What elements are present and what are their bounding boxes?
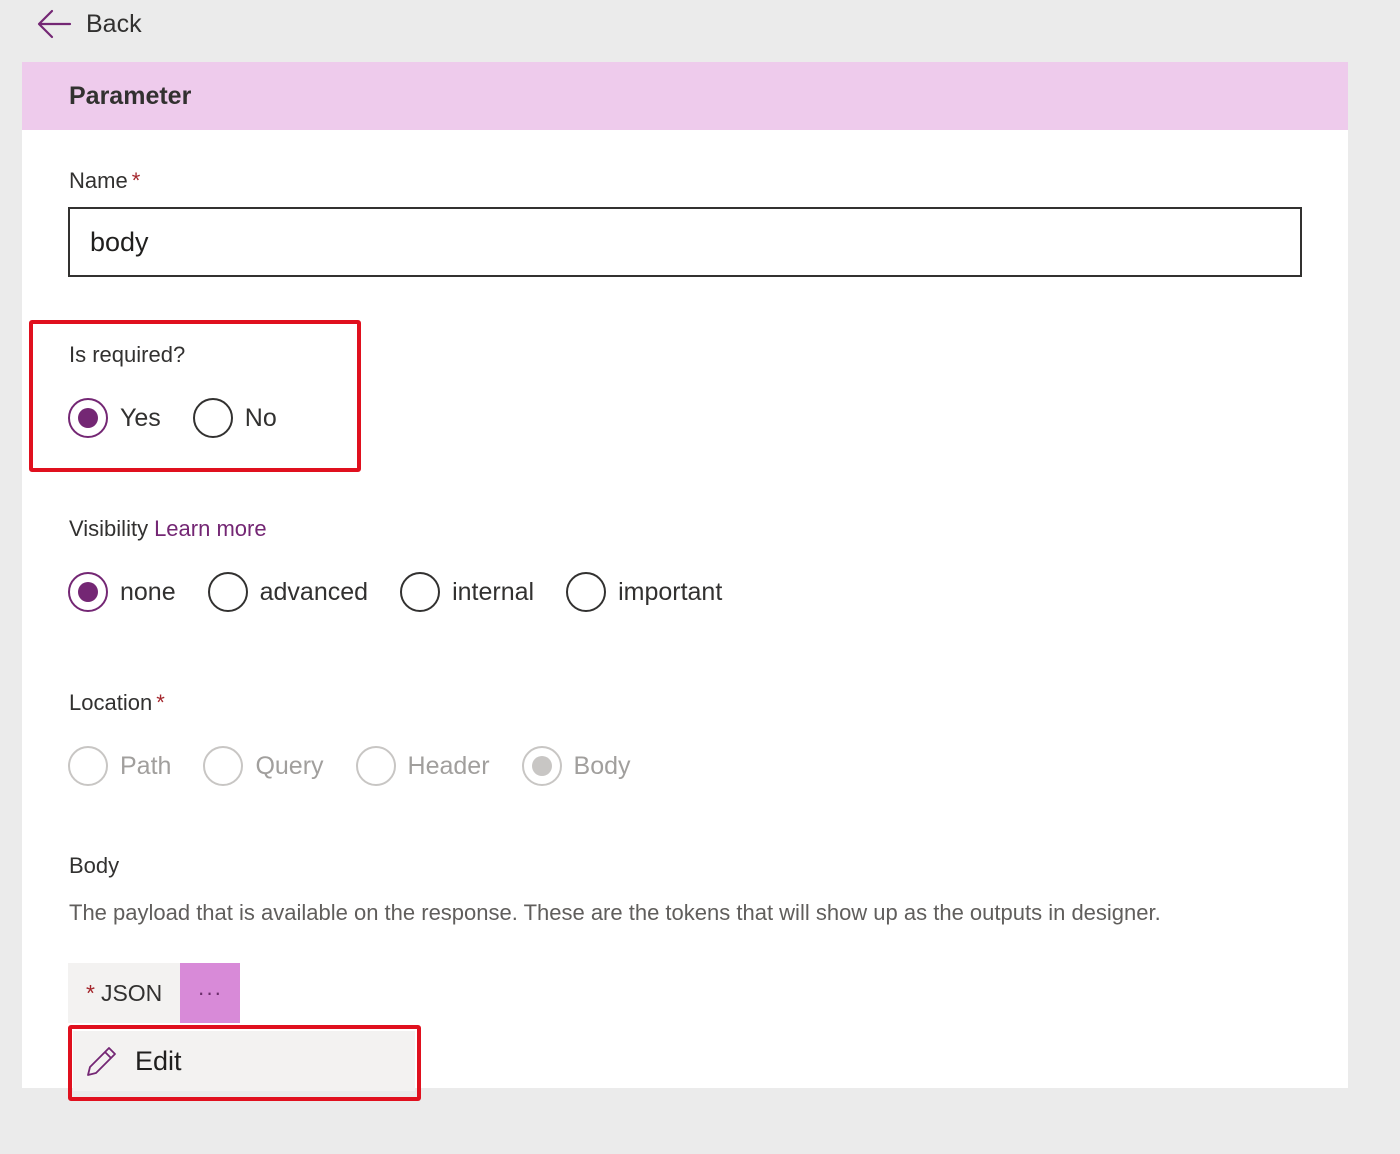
radio-header: Header xyxy=(355,746,490,786)
radio-circle xyxy=(68,398,108,438)
radio-label: Body xyxy=(573,751,631,780)
radio-no[interactable]: No xyxy=(192,398,277,438)
visibility-label: Visibility Learn more xyxy=(69,516,267,542)
body-label: Body xyxy=(69,853,120,878)
pencil-icon xyxy=(87,1047,116,1076)
json-field: * JSON ··· xyxy=(68,963,240,1023)
radio-important[interactable]: important xyxy=(566,572,722,612)
back-link[interactable]: Back xyxy=(36,6,142,42)
body-description: The payload that is available on the res… xyxy=(69,900,1161,925)
page-title: Parameter xyxy=(69,81,192,110)
learn-more-link[interactable]: Learn more xyxy=(154,516,267,541)
required-mark: * xyxy=(86,979,95,1006)
radio-label: internal xyxy=(452,577,535,606)
radio-label: advanced xyxy=(259,577,369,606)
name-label: Name * xyxy=(69,168,140,194)
radio-internal[interactable]: internal xyxy=(400,572,534,612)
required-mark: * xyxy=(131,168,141,193)
radio-circle xyxy=(68,746,108,786)
radio-query: Query xyxy=(203,746,324,786)
radio-label: Yes xyxy=(120,403,161,432)
is-required-options: Yes No xyxy=(68,398,309,438)
visibility-label-text: Visibility xyxy=(69,516,149,541)
radio-advanced[interactable]: advanced xyxy=(207,572,369,612)
radio-circle xyxy=(68,572,108,612)
radio-path: Path xyxy=(68,746,171,786)
name-label-text: Name xyxy=(69,168,128,193)
edit-label: Edit xyxy=(135,1045,182,1076)
radio-yes[interactable]: Yes xyxy=(68,398,161,438)
required-mark: * xyxy=(156,690,165,715)
json-label-text: JSON xyxy=(100,979,163,1006)
location-label-text: Location xyxy=(69,690,153,715)
radio-circle xyxy=(521,746,562,786)
radio-none[interactable]: none xyxy=(68,572,176,612)
radio-label: Query xyxy=(255,751,324,780)
visibility-options: none advanced internal important xyxy=(68,572,754,612)
location-options: Path Query Header Body xyxy=(68,746,663,786)
more-options-button[interactable]: ··· xyxy=(180,963,240,1023)
radio-circle xyxy=(566,572,607,612)
radio-label: none xyxy=(120,577,176,606)
arrow-left-icon xyxy=(37,9,72,39)
radio-label: important xyxy=(618,577,723,606)
radio-circle xyxy=(400,572,441,612)
radio-circle xyxy=(355,746,396,786)
parameter-card: Parameter Name* Is required? Yes No Visi… xyxy=(22,62,1348,1101)
radio-label: Header xyxy=(407,751,490,780)
card-header: Parameter xyxy=(22,62,1348,130)
json-label: * JSON xyxy=(68,963,180,1023)
radio-body: Body xyxy=(521,746,631,786)
radio-circle xyxy=(192,398,233,438)
back-label: Back xyxy=(86,9,142,38)
radio-label: Path xyxy=(120,751,172,780)
location-label: Location * xyxy=(69,690,165,716)
is-required-label: Is required? xyxy=(69,342,186,367)
radio-circle xyxy=(207,572,248,612)
radio-circle xyxy=(203,746,244,786)
edit-menu-item[interactable]: Edit xyxy=(73,1031,415,1091)
radio-label: No xyxy=(244,403,277,432)
name-input[interactable] xyxy=(68,207,1302,277)
